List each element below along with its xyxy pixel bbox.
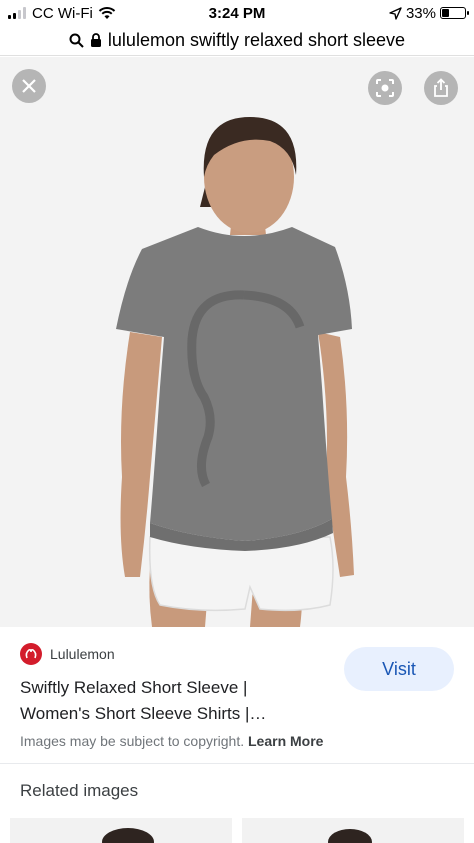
learn-more-link[interactable]: Learn More: [248, 733, 323, 749]
lens-button[interactable]: [368, 71, 402, 105]
product-image[interactable]: [0, 57, 474, 627]
related-image-thumbnail[interactable]: [242, 818, 464, 843]
battery-level: [442, 9, 450, 17]
result-title-link[interactable]: Swiftly Relaxed Short Sleeve | Women's S…: [20, 675, 320, 727]
result-title-line-2: Women's Short Sleeve Shirts |…: [20, 704, 267, 723]
section-divider: [0, 763, 474, 764]
battery-icon: [440, 7, 469, 19]
status-bar: CC Wi-Fi 3:24 PM 33%: [0, 0, 474, 26]
lock-icon: [90, 33, 101, 47]
close-icon: [22, 79, 36, 93]
related-images-heading: Related images: [20, 781, 139, 800]
related-image-1: [102, 828, 154, 843]
copyright-text: Images may be subject to copyright.: [20, 733, 245, 749]
share-icon: [434, 78, 448, 97]
address-bar[interactable]: lululemon swiftly relaxed short sleeve: [0, 26, 474, 56]
result-title-line-1: Swiftly Relaxed Short Sleeve |: [20, 678, 248, 697]
url-text: lululemon swiftly relaxed short sleeve: [107, 30, 406, 50]
image-info-panel: Lululemon Visit Swiftly Relaxed Short Sl…: [0, 627, 474, 763]
lululemon-logo-icon: [20, 643, 42, 665]
close-button[interactable]: [12, 69, 46, 103]
source-name: Lululemon: [50, 646, 115, 662]
copyright-notice: Images may be subject to copyright. Lear…: [20, 733, 323, 749]
clock: 3:24 PM: [208, 4, 266, 22]
related-image-2: [328, 829, 372, 843]
model-photo: [0, 57, 474, 627]
share-button[interactable]: [424, 71, 458, 105]
source-row[interactable]: Lululemon: [20, 643, 115, 665]
visit-button[interactable]: Visit: [344, 647, 454, 691]
lens-search-icon: [376, 79, 394, 97]
related-image-thumbnail[interactable]: [10, 818, 232, 843]
search-icon: [69, 33, 84, 48]
